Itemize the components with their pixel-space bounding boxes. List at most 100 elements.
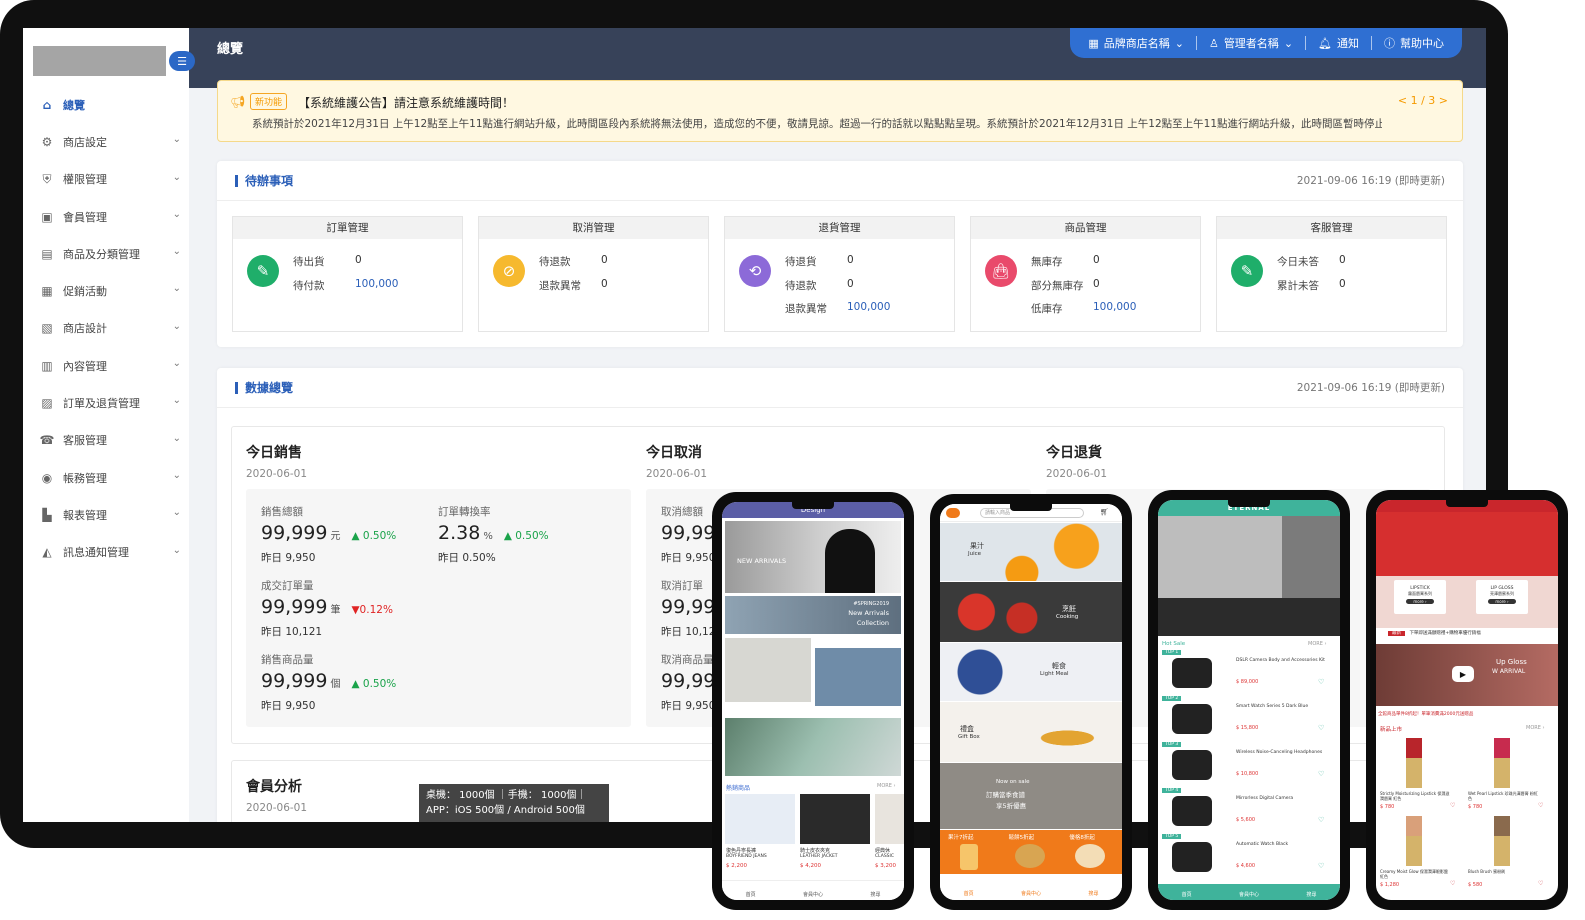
todo-row[interactable]: 待退款 0	[539, 254, 608, 278]
new-product-item[interactable]: Wet Pearl Lipstick 珍珠光澤唇膏 粉紅色 $ 780 ♡	[1468, 736, 1550, 812]
todo-row[interactable]: 低庫存 100,000	[1031, 301, 1136, 325]
more-button[interactable]: more ›	[1488, 599, 1516, 604]
notify-link[interactable]: 🔔︎ 通知	[1318, 35, 1359, 51]
sidebar-item-accounting[interactable]: ◉ 帳務管理 ⌄	[23, 459, 189, 496]
todo-row[interactable]: 待退款 0	[785, 278, 890, 302]
todo-row[interactable]: 累計未答 0	[1277, 278, 1346, 302]
heart-icon[interactable]: ♡	[1318, 770, 1324, 778]
deal-waffle[interactable]: 鬆餅5折起	[1001, 830, 1062, 874]
video-subtitle: W ARRIVAL	[1492, 668, 1526, 675]
sidebar-item-label: 會員管理	[63, 210, 107, 224]
hot-sale-item[interactable]: TOP 3 Wireless Noise-Canceling Headphone…	[1158, 742, 1340, 786]
promo-banner[interactable]: Now on sale 訂購當季食譜 享5折優惠	[940, 763, 1122, 829]
hot-sale-item[interactable]: TOP 4 Mirrorless Digital Camera $ 5,600 …	[1158, 788, 1340, 832]
cart-icon[interactable]: 🛒︎	[1100, 508, 1109, 516]
product-price: $ 10,800	[1236, 771, 1259, 777]
todo-row[interactable]: 今日未答 0	[1277, 254, 1346, 278]
new-product-item[interactable]: Strictly Moisturizing Lipstick 保濕滋潤唇膏 紅色…	[1380, 736, 1462, 812]
product-price: $ 15,800	[1236, 725, 1259, 731]
jeans-image[interactable]	[815, 648, 901, 706]
sidebar-item-reports[interactable]: ▙ 報表管理 ⌄	[23, 496, 189, 533]
heart-icon[interactable]: ♡	[1318, 816, 1324, 824]
category-light-meal[interactable]: 輕食 Light Meal	[940, 643, 1122, 701]
todo-row[interactable]: 部分無庫存 0	[1031, 278, 1136, 302]
category-juice[interactable]: 果汁 Juice	[940, 523, 1122, 581]
help-link[interactable]: ⓘ 幫助中心	[1384, 35, 1444, 51]
spring-banner[interactable]: #SPRING2019 New Arrivals Collection	[725, 596, 901, 634]
sidebar-item-overview[interactable]: ⌂ 總覽	[23, 86, 189, 123]
chevron-down-icon: ⌄	[172, 171, 181, 183]
category-gift-box[interactable]: 禮盒 Gift Box	[940, 702, 1122, 762]
sidebar-collapse-button[interactable]: ☰	[169, 51, 195, 71]
todo-row[interactable]: 退款異常 100,000	[785, 301, 890, 325]
store-selector[interactable]: ▦ 品牌商店名稱 ⌄	[1088, 35, 1184, 51]
kpi-yesterday: 昨日 9,950	[261, 700, 316, 712]
nav-member[interactable]: 會員中心	[1239, 891, 1259, 900]
more-button[interactable]: more ›	[1406, 599, 1434, 604]
product-classic-image[interactable]	[875, 794, 904, 844]
sidebar-item-promotions[interactable]: ▦ 促銷活動 ⌄	[23, 272, 189, 309]
nav-search[interactable]: 搜尋	[1306, 891, 1316, 900]
todo-row[interactable]: 待退貨 0	[785, 254, 890, 278]
lipstick-hero[interactable]: LIPSTICK 霧面唇膏系列 more › LIP GLOSS 亮澤唇蜜系列 …	[1376, 512, 1558, 628]
admin-menu[interactable]: ♙ 管理者名稱 ⌄	[1209, 35, 1293, 51]
hot-sale-item[interactable]: TOP 2 Smart Watch Series 5 Dark Blue $ 1…	[1158, 696, 1340, 740]
product-name: Wet Pearl Lipstick 珍珠光澤唇膏 粉紅色	[1468, 791, 1538, 801]
nav-search[interactable]: 搜尋	[1088, 890, 1098, 900]
deal-yogurt[interactable]: 優格8折起	[1061, 830, 1122, 874]
more-link[interactable]: MORE ›	[1308, 641, 1326, 647]
sneakers-image[interactable]	[725, 638, 811, 702]
sidebar-item-orders[interactable]: ▨ 訂單及退貨管理 ⌄	[23, 384, 189, 421]
new-product-item[interactable]: Creamy Moist Glow 保濕潤澤眼影盤 紅色 $ 1,280 ♡	[1380, 814, 1462, 890]
product-jeans-image[interactable]	[725, 794, 795, 844]
sidebar-item-store-design[interactable]: ▧ 商店設計 ⌄	[23, 310, 189, 347]
video-banner[interactable]: ▶ Up Gloss W ARRIVAL	[1376, 644, 1558, 706]
kpi-cancel-orders: 取消訂單 99,99 昨日 10,12	[661, 578, 715, 639]
product-price: $ 780	[1380, 804, 1395, 810]
deal-juice[interactable]: 果汁7折起	[940, 830, 1001, 874]
category-cooking[interactable]: 烹飪 Cooking	[940, 582, 1122, 642]
heart-icon[interactable]: ♡	[1318, 862, 1324, 870]
todo-row[interactable]: 無庫存 0	[1031, 254, 1136, 278]
sidebar-item-members[interactable]: ▣ 會員管理 ⌄	[23, 198, 189, 235]
nav-home[interactable]: 首頁	[746, 891, 756, 900]
admin-name: 管理者名稱	[1223, 37, 1279, 50]
product-image	[1172, 704, 1212, 734]
product-jacket-image[interactable]	[800, 794, 870, 844]
todo-row[interactable]: 待出貨 0	[293, 254, 398, 278]
more-link[interactable]: MORE ›	[877, 783, 895, 789]
nav-home[interactable]: 首頁	[1182, 891, 1192, 900]
heart-icon[interactable]: ♡	[1318, 678, 1324, 686]
heart-icon[interactable]: ♡	[1538, 880, 1543, 887]
heart-icon[interactable]: ♡	[1538, 802, 1543, 809]
nav-member[interactable]: 會員中心	[803, 891, 823, 900]
hot-sale-item[interactable]: TOP 1 DSLR Camera Body and Accessories K…	[1158, 650, 1340, 694]
lipgloss-card[interactable]: LIP GLOSS 亮澤唇蜜系列 more ›	[1476, 580, 1528, 614]
sidebar-item-content[interactable]: ▥ 內容管理 ⌄	[23, 347, 189, 384]
play-icon[interactable]: ▶	[1452, 666, 1474, 682]
sidebar-item-products[interactable]: ▤ 商品及分類管理 ⌄	[23, 235, 189, 272]
new-product-item[interactable]: Blush Brush 蜜粉刷 $ 580 ♡	[1468, 814, 1550, 890]
nav-home[interactable]: 首頁	[964, 890, 974, 900]
kpi-yesterday: 昨日 10,12	[661, 626, 716, 638]
lipstick-card[interactable]: LIPSTICK 霧面唇膏系列 more ›	[1394, 580, 1446, 614]
nav-search[interactable]: 搜尋	[870, 891, 880, 900]
rank-badge: TOP 4	[1162, 788, 1182, 793]
nav-member[interactable]: 會員中心	[1021, 890, 1041, 900]
notice-pager[interactable]: < 1 / 3 >	[1398, 94, 1448, 107]
sidebar-item-customer-service[interactable]: ☎ 客服管理 ⌄	[23, 422, 189, 459]
heart-icon[interactable]: ♡	[1450, 880, 1455, 887]
new-arrivals-banner[interactable]: NEW ARRIVALS	[725, 521, 901, 593]
kpi-conversion: 訂單轉換率 2.38% ▲ 0.50% 昨日 0.50%	[438, 504, 549, 565]
heart-icon[interactable]: ♡	[1450, 802, 1455, 809]
todo-row[interactable]: 退款異常 0	[539, 278, 608, 302]
lifestyle-banner[interactable]	[725, 718, 901, 776]
heart-icon[interactable]: ♡	[1318, 724, 1324, 732]
more-link[interactable]: MORE ›	[1526, 725, 1544, 731]
sidebar-item-permissions[interactable]: ⛨ 權限管理 ⌄	[23, 161, 189, 198]
todo-row[interactable]: 待付款 100,000	[293, 278, 398, 302]
sidebar-item-notifications[interactable]: ◭ 訊息通知管理 ⌄	[23, 534, 189, 571]
page-title: 總覽	[217, 42, 244, 57]
hot-sale-item[interactable]: TOP 5 Automatic Watch Black $ 4,600 ♡	[1158, 834, 1340, 878]
sidebar-item-store-settings[interactable]: ⚙ 商店設定 ⌄	[23, 123, 189, 160]
